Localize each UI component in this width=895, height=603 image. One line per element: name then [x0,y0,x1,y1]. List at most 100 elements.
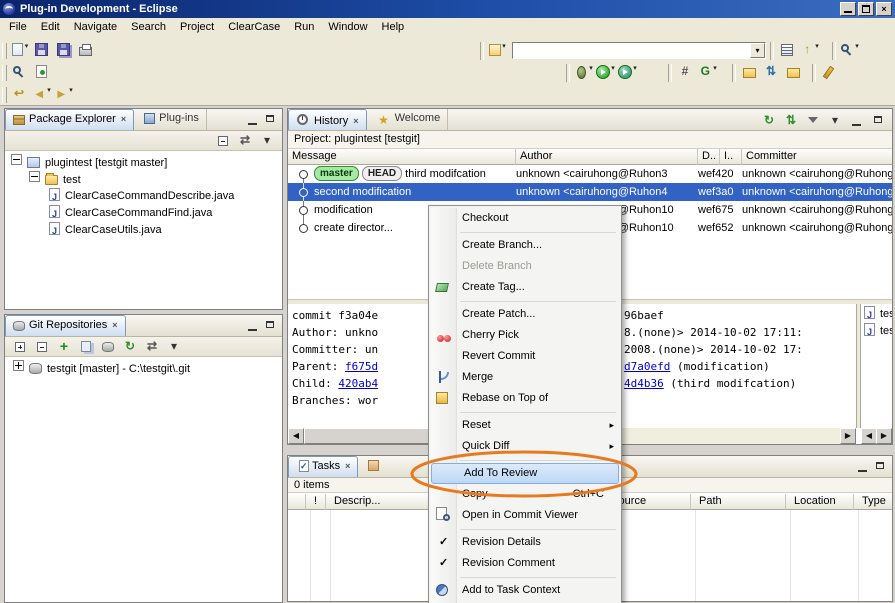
debug-button[interactable]: ▾ [572,62,594,84]
maximize-button[interactable] [868,111,890,133]
tasks-column-header[interactable]: ! [310,494,326,510]
window-maximize-button[interactable] [858,2,874,16]
files-horizontal-scrollbar[interactable]: ◀ ▶ [861,428,892,444]
menu-item-cherry-pick[interactable]: Cherry Pick [430,325,620,346]
tree-item-file[interactable]: ClearCaseCommandDescribe.java [5,188,282,205]
tasks-column-header[interactable]: Location [790,494,854,510]
column-header-index[interactable]: I.. [720,149,742,165]
save-button[interactable] [30,40,52,62]
close-icon[interactable]: × [353,116,358,126]
commit-link[interactable]: f675d [345,360,378,373]
tab-git-repositories[interactable]: Git Repositories× [5,315,126,336]
scroll-left-button[interactable]: ◀ [288,428,304,444]
grid-view-button[interactable] [776,40,798,62]
history-row[interactable]: second modificationunknown <cairuhong@Ru… [288,183,892,201]
search-button[interactable]: ▾ [838,40,860,62]
back-button[interactable]: ▾ [30,84,52,106]
maximize-view-button[interactable] [262,111,280,128]
tab-welcome[interactable]: Welcome [370,109,449,130]
print-button[interactable] [74,40,96,62]
add-repo-button[interactable] [53,337,75,359]
menu-project[interactable]: Project [173,18,221,33]
close-icon[interactable]: × [345,461,350,471]
team-share-button[interactable] [738,62,760,84]
combo-dropdown-icon[interactable]: ▾ [750,43,765,58]
tree-item-file[interactable]: ClearCaseUtils.java [5,222,282,239]
run-button[interactable]: ▾ [594,62,616,84]
history-row[interactable]: masterHEADthird modifcationunknown <cair… [288,165,892,183]
run-last-button[interactable]: ▾ [616,62,638,84]
menu-item-delete-branch[interactable]: Delete Branch [430,256,620,277]
window-close-button[interactable]: × [876,2,892,16]
menu-item-revert-commit[interactable]: Revert Commit [430,346,620,367]
collapse-all-button[interactable] [31,337,53,359]
menu-window[interactable]: Window [321,18,374,33]
menu-item-add-to-review[interactable]: Add To Review [431,463,619,484]
clone-repo-button[interactable] [75,337,97,359]
link-editor-button[interactable] [234,131,256,153]
menu-run[interactable]: Run [287,18,321,33]
close-icon[interactable]: × [112,320,117,330]
compare-mode-button[interactable] [780,111,802,133]
tab-tasks[interactable]: Tasks× [288,456,358,477]
commit-link[interactable]: d7a0efd [624,360,670,373]
toolbar-drag-handle[interactable] [2,43,7,59]
tasks-column-header[interactable] [288,494,306,510]
menu-item-copy[interactable]: CopyCtrl+C [430,484,620,505]
view-menu-button[interactable] [163,337,185,359]
scroll-right-button[interactable]: ▶ [840,428,856,444]
minimize-view-button[interactable] [854,458,872,475]
window-minimize-button[interactable] [840,2,856,16]
menu-help[interactable]: Help [375,18,412,33]
menu-item-revision-details[interactable]: ✓Revision Details [430,532,620,553]
menu-search[interactable]: Search [124,18,173,33]
column-header-committer[interactable]: Committer [742,149,895,165]
menu-item-merge[interactable]: Merge [430,367,620,388]
commit-link[interactable]: 4d4b36 [624,377,664,390]
annotate-button[interactable] [818,62,840,84]
tab-plug-ins[interactable]: Plug-ins [137,109,207,130]
view-menu-button[interactable] [256,131,278,153]
tab-unlabeled[interactable] [361,456,431,477]
save-all-button[interactable] [52,40,74,62]
commit-file-item[interactable]: tes [861,323,892,340]
close-icon[interactable]: × [121,114,126,124]
commit-file-item[interactable]: tes [861,306,892,323]
tree-item-project[interactable]: plugintest [testgit master] [5,154,282,171]
tasks-column-header[interactable]: Path [695,494,786,510]
menu-item-create-tag[interactable]: Create Tag... [430,277,620,298]
mark-occurrences-button[interactable]: ▾ [486,40,508,62]
menu-item-open-in-commit-viewer[interactable]: Open in Commit Viewer [430,505,620,526]
menu-item-rebase-on-top-of[interactable]: Rebase on Top of [430,388,620,409]
forward-button[interactable]: ▾ [52,84,74,106]
minimize-view-button[interactable] [244,111,262,128]
scroll-right-button[interactable]: ▶ [876,428,892,444]
collapse-expander-icon[interactable] [11,154,22,165]
refresh-button[interactable] [758,111,780,133]
tree-item-repository[interactable]: testgit [master] - C:\testgit\.git [5,360,282,377]
refresh-button[interactable] [119,337,141,359]
toolbar-drag-handle[interactable] [2,65,7,81]
menu-item-create-branch[interactable]: Create Branch... [430,235,620,256]
tasks-column-header[interactable]: Type [858,494,895,510]
generate-button[interactable]: ▾ [696,62,718,84]
menu-clearcase[interactable]: ClearCase [221,18,287,33]
toolbar-drag-handle[interactable] [2,87,7,103]
open-type-button[interactable] [30,62,52,84]
new-wizard-button[interactable]: ▾ [8,40,30,62]
menu-file[interactable]: File [2,18,34,33]
menu-item-create-patch[interactable]: Create Patch... [430,304,620,325]
expand-expander-icon[interactable] [13,360,24,371]
new-repo-button[interactable] [97,337,119,359]
scroll-left-button[interactable]: ◀ [861,428,877,444]
navigate-up-button[interactable]: ▾ [798,40,820,62]
tree-item-file[interactable]: ClearCaseCommandFind.java [5,205,282,222]
menu-item-reset[interactable]: Reset▸ [430,415,620,436]
column-header-date[interactable]: D.. [698,149,720,165]
menu-navigate[interactable]: Navigate [67,18,124,33]
tree-item-folder[interactable]: test [5,171,282,188]
column-header-author[interactable]: Author [516,149,698,165]
column-header-message[interactable]: Message [288,149,516,165]
expand-all-button[interactable] [9,337,31,359]
maximize-view-button[interactable] [872,458,890,475]
